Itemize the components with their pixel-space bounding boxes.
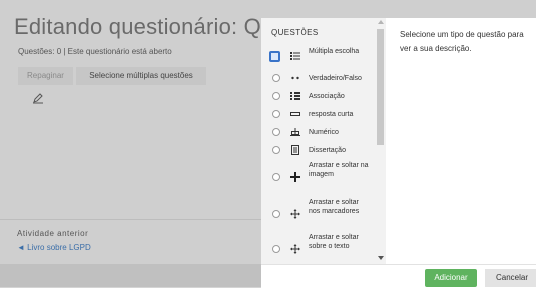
option-essay[interactable]: Dissertação (261, 143, 373, 157)
option-label: Arrastar e soltar na imagem (309, 162, 369, 178)
option-matching[interactable]: Associação (261, 89, 373, 103)
question-type-description: Selecione um tipo de questão para ver a … (400, 30, 524, 53)
radio-essay[interactable] (272, 146, 280, 154)
radio-short-answer[interactable] (272, 110, 280, 118)
option-drag-drop-markers[interactable]: Arrastar e soltar nos marcadores (261, 198, 373, 230)
option-label: Associação (309, 93, 345, 100)
scroll-thumb[interactable] (377, 29, 384, 145)
scroll-up-icon[interactable] (378, 20, 384, 24)
drag-drop-markers-icon (289, 208, 301, 220)
option-label: Dissertação (309, 147, 346, 154)
radio-numerical[interactable] (272, 128, 280, 136)
option-label: Múltipla escolha (309, 48, 360, 55)
scroll-down-icon[interactable] (378, 256, 384, 260)
option-short-answer[interactable]: resposta curta (261, 107, 373, 121)
previous-activity-label: Atividade anterior (17, 229, 89, 238)
option-numerical[interactable]: Numérico (261, 125, 373, 139)
drag-drop-image-icon (289, 171, 301, 183)
option-drag-drop-image[interactable]: Arrastar e soltar na imagem (261, 161, 373, 193)
select-multiple-button[interactable]: Selecione múltiplas questões (76, 67, 206, 85)
drag-drop-text-icon (289, 243, 301, 255)
quiz-status: Questões: 0 | Este questionário está abe… (18, 47, 172, 56)
short-answer-icon (289, 108, 301, 120)
previous-activity-link[interactable]: ◄ Livro sobre LGPD (17, 243, 91, 252)
divider (0, 219, 262, 220)
option-label: Arrastar e soltar nos marcadores (309, 199, 360, 215)
repaginate-button[interactable]: Repaginar (18, 67, 73, 85)
radio-multiple-choice[interactable] (269, 51, 280, 62)
matching-icon (289, 90, 301, 102)
option-label: Arrastar e soltar sobre o texto (309, 234, 359, 250)
option-drag-drop-text[interactable]: Arrastar e soltar sobre o texto (261, 233, 373, 264)
radio-matching[interactable] (272, 92, 280, 100)
list-scrollbar[interactable] (376, 18, 386, 264)
question-list-heading: QUESTÕES (271, 28, 319, 37)
chooser-footer: Adicionar Cancelar (261, 264, 536, 288)
essay-icon (289, 144, 301, 156)
numerical-icon (289, 126, 301, 138)
question-chooser-panel: QUESTÕES Múltipla escolha Verdadeiro/Fal… (261, 18, 536, 264)
option-true-false[interactable]: Verdadeiro/Falso (261, 71, 373, 85)
true-false-icon (289, 72, 301, 84)
radio-drag-drop-markers[interactable] (272, 210, 280, 218)
bottom-strip (0, 264, 262, 287)
option-label: Verdadeiro/Falso (309, 75, 362, 82)
cancel-button[interactable]: Cancelar (485, 269, 536, 287)
option-label: resposta curta (309, 111, 354, 118)
radio-drag-drop-text[interactable] (272, 245, 280, 253)
option-multiple-choice[interactable]: Múltipla escolha (261, 45, 373, 67)
question-type-list: QUESTÕES Múltipla escolha Verdadeiro/Fal… (261, 18, 386, 264)
radio-drag-drop-image[interactable] (272, 173, 280, 181)
option-label: Numérico (309, 129, 339, 136)
pencil-icon[interactable] (32, 92, 44, 104)
multiple-choice-icon (289, 50, 301, 62)
radio-true-false[interactable] (272, 74, 280, 82)
add-button[interactable]: Adicionar (425, 269, 477, 287)
